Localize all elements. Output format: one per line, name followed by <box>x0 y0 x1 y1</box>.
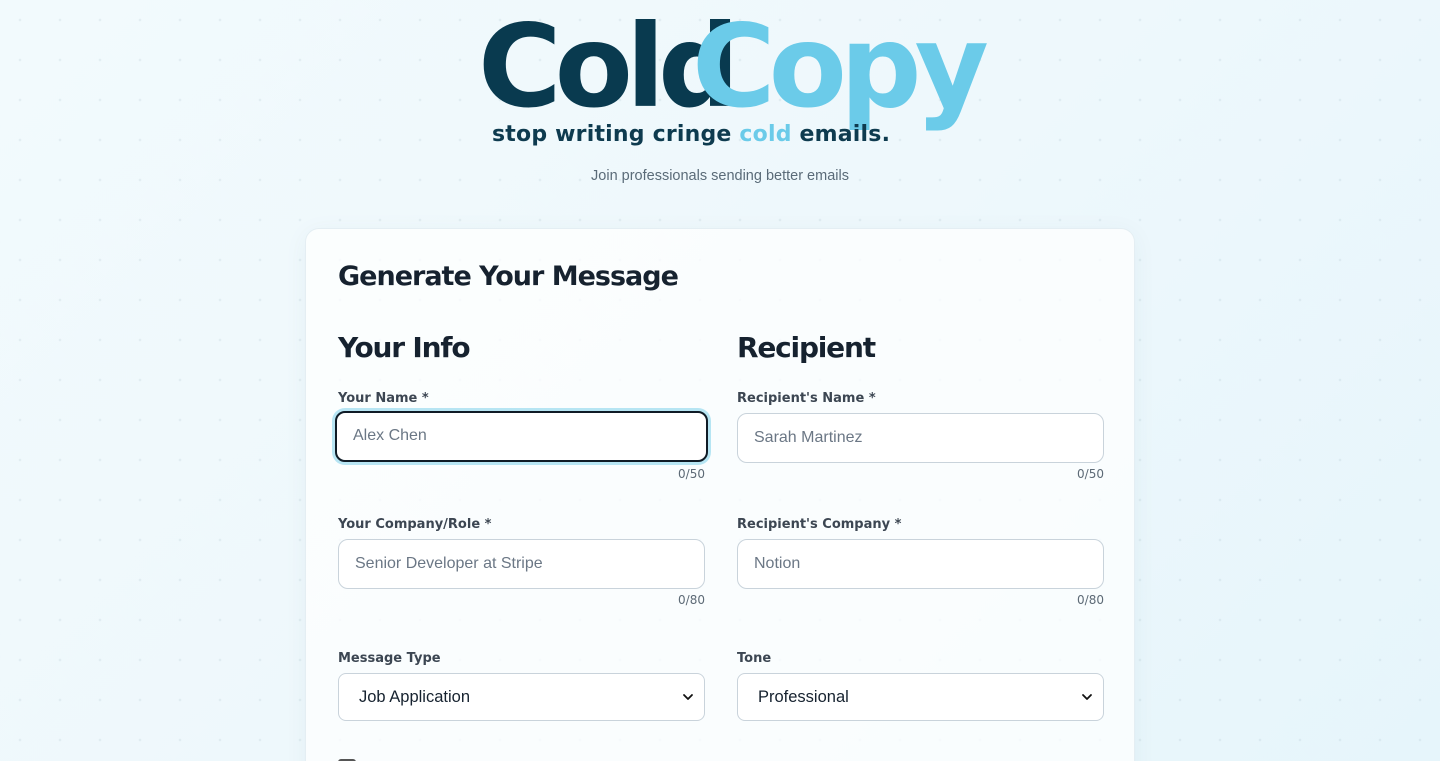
tagline-before: stop writing cringe <box>492 122 740 147</box>
logo: Cold Copy stop writing cringe cold email… <box>478 10 989 154</box>
your-name-field: Your Name * Alex Chen 0/50 <box>335 391 708 481</box>
chevron-down-icon <box>683 694 693 700</box>
chevron-down-icon <box>1082 694 1092 700</box>
message-type-label: Message Type <box>338 651 441 666</box>
your-company-counter: 0/80 <box>678 593 705 607</box>
recipient-company-label: Recipient's Company * <box>737 517 902 532</box>
recipient-name-field: Recipient's Name * Sarah Martinez 0/50 <box>737 391 1104 481</box>
your-company-input[interactable]: Senior Developer at Stripe <box>338 539 705 589</box>
tone-select[interactable]: Professional <box>737 673 1104 721</box>
recipient-name-input[interactable]: Sarah Martinez <box>737 413 1104 463</box>
your-name-input[interactable]: Alex Chen <box>335 411 708 462</box>
message-form-card: Generate Your Message Your Info Your Nam… <box>305 228 1135 761</box>
your-name-counter: 0/50 <box>678 467 705 481</box>
recipient-heading: Recipient <box>737 331 876 364</box>
recipient-name-label: Recipient's Name * <box>737 391 876 406</box>
tagline-accent: cold <box>739 122 792 147</box>
tagline: stop writing cringe cold emails. <box>492 122 890 147</box>
header: Cold Copy stop writing cringe cold email… <box>0 0 1440 200</box>
logo-word-copy: Copy <box>692 0 989 133</box>
recipient-company-input[interactable]: Notion <box>737 539 1104 589</box>
your-info-heading: Your Info <box>338 331 471 364</box>
subtitle: Join professionals sending better emails <box>591 168 849 184</box>
recipient-company-field: Recipient's Company * Notion 0/80 <box>737 517 1104 607</box>
tone-value: Professional <box>758 688 849 706</box>
message-type-value: Job Application <box>359 688 470 706</box>
tagline-after: emails. <box>791 122 891 147</box>
your-company-label: Your Company/Role * <box>338 517 492 532</box>
form-title: Generate Your Message <box>338 261 679 292</box>
your-info-section: Your Info Your Name * Alex Chen 0/50 You… <box>335 329 708 721</box>
recipient-section: Recipient Recipient's Name * Sarah Marti… <box>737 329 1104 721</box>
tone-label: Tone <box>737 651 772 666</box>
your-company-field: Your Company/Role * Senior Developer at … <box>338 517 705 607</box>
message-type-select[interactable]: Job Application <box>338 673 705 721</box>
recipient-name-counter: 0/50 <box>1077 467 1104 481</box>
message-type-field: Message Type Job Application <box>338 651 705 721</box>
your-name-label: Your Name * <box>338 391 429 406</box>
tone-field: Tone Professional <box>737 651 1104 721</box>
recipient-company-counter: 0/80 <box>1077 593 1104 607</box>
